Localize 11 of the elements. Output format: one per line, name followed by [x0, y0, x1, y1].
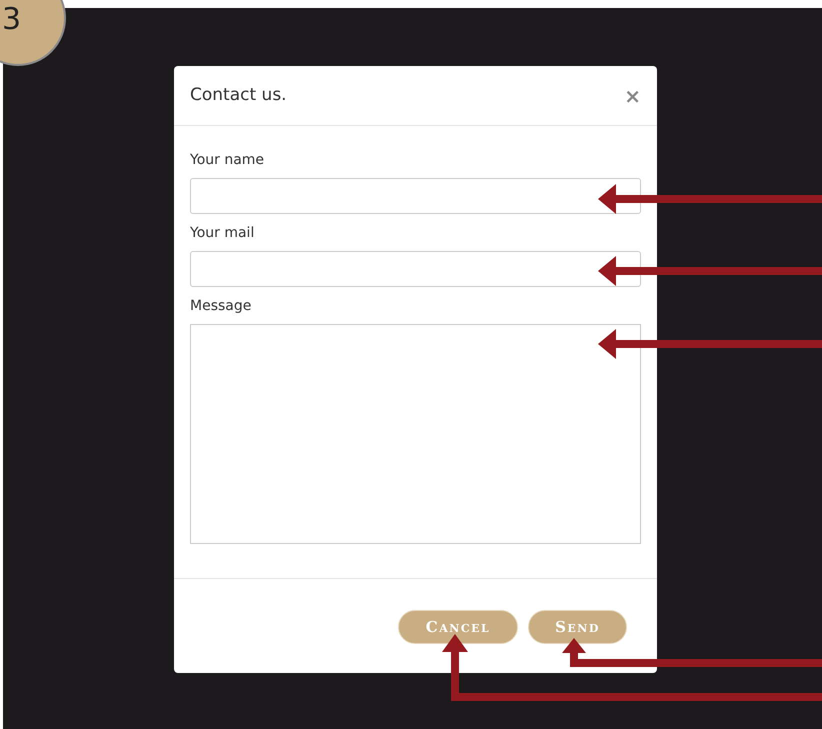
- close-button[interactable]: ×: [624, 86, 641, 106]
- message-field[interactable]: [190, 324, 641, 544]
- field-label: Your mail: [190, 224, 256, 243]
- cancel-button[interactable]: Cancel: [398, 610, 518, 644]
- dialog-title: Contact us.: [190, 84, 287, 107]
- input-field[interactable]: [190, 178, 641, 214]
- send-button[interactable]: Send: [528, 610, 627, 644]
- field-label: Message: [190, 297, 252, 316]
- input-field[interactable]: [190, 251, 641, 287]
- field-label: Your name: [190, 151, 266, 170]
- step-number: 3: [2, 5, 22, 35]
